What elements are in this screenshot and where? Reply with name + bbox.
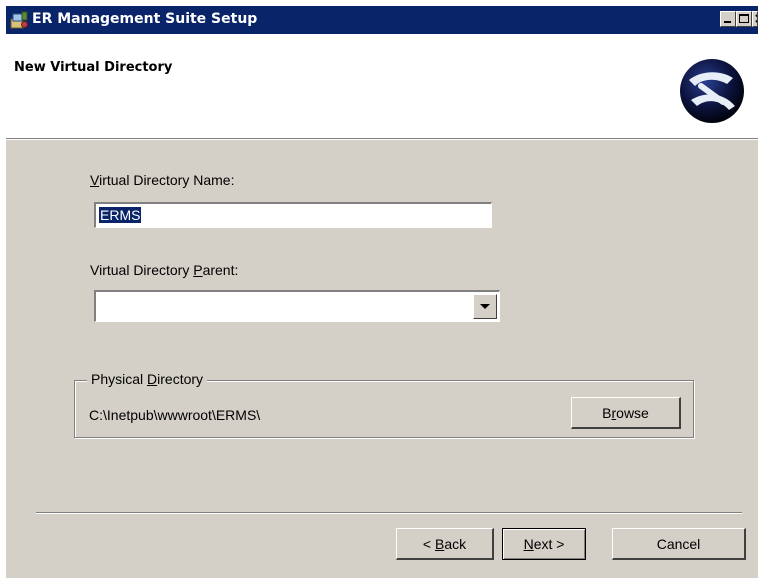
page-title: New Virtual Directory: [14, 60, 173, 75]
wizard-header: New Virtual Directory: [6, 34, 758, 138]
dropdown-button[interactable]: [473, 294, 497, 319]
vdir-name-value: ERMS: [99, 207, 142, 223]
setup-logo-icon: [680, 59, 744, 123]
vdir-parent-select[interactable]: [94, 290, 500, 322]
maximize-button[interactable]: [736, 11, 752, 27]
title-bar[interactable]: ER Management Suite Setup: [6, 6, 758, 34]
minimize-button[interactable]: [720, 11, 736, 27]
window-title: ER Management Suite Setup: [32, 11, 258, 27]
setup-window: ER Management Suite Setup New Virtual Di…: [6, 6, 758, 578]
vdir-name-input[interactable]: ERMS: [94, 202, 492, 228]
footer-divider: [36, 512, 742, 514]
physical-directory-group: Physical Directory C:\Inetpub\wwwroot\ER…: [74, 371, 694, 438]
header-divider: [6, 138, 758, 140]
setup-app-icon: [10, 11, 28, 29]
vdir-name-label: Virtual Directory Name:: [90, 172, 235, 188]
maximize-icon: [739, 14, 749, 23]
browse-button[interactable]: Browse: [571, 397, 681, 429]
vdir-parent-label: Virtual Directory Parent:: [90, 262, 239, 278]
physical-directory-legend: Physical Directory: [87, 371, 208, 387]
back-button[interactable]: < Back: [396, 528, 494, 560]
close-icon: [755, 14, 757, 23]
cancel-button[interactable]: Cancel: [612, 528, 746, 560]
minimize-icon: [724, 21, 731, 23]
physical-path-text: C:\Inetpub\wwwroot\ERMS\: [89, 407, 261, 423]
close-button[interactable]: [752, 11, 758, 27]
chevron-down-icon: [480, 304, 490, 309]
next-button[interactable]: Next >: [502, 528, 586, 560]
